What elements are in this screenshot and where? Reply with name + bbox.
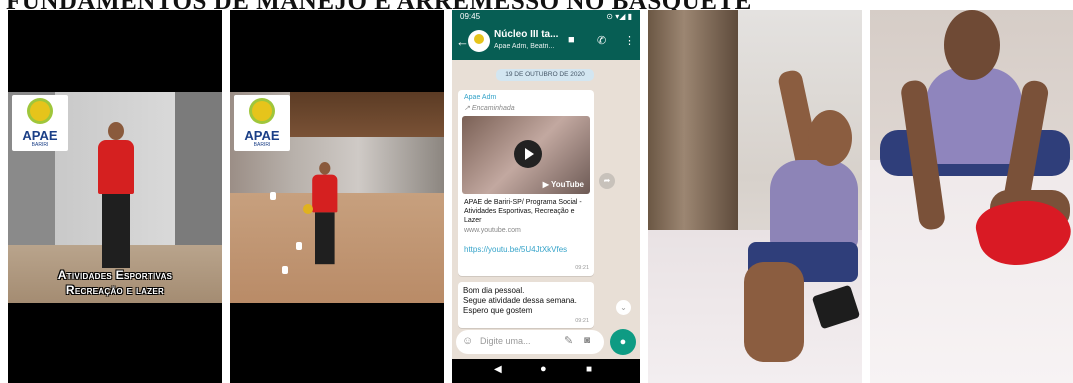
nav-recent-icon[interactable]: ■	[586, 364, 592, 375]
scroll-down-icon[interactable]: ⌄	[616, 300, 631, 315]
forward-icon: ↗	[464, 105, 472, 112]
date-chip: 19 DE OUTUBRO DE 2020	[496, 69, 594, 81]
status-bar: 09:45 ⊙ ▾◢ ▮	[452, 10, 640, 24]
group-avatar[interactable]	[468, 30, 490, 52]
cone	[296, 242, 302, 250]
video-preview[interactable]: ▶ YouTube	[462, 116, 590, 194]
status-icons: ⊙ ▾◢ ▮	[606, 12, 632, 21]
nav-home-icon[interactable]: ●	[540, 363, 547, 375]
message-line-2: Segue atividade dessa semana.	[463, 296, 577, 305]
chat-header: ← Núcleo III ta... Apae Adm, Beatri... ■…	[452, 24, 640, 60]
share-icon[interactable]: ➦	[599, 173, 615, 189]
paperclip-icon[interactable]: ✎	[564, 334, 573, 347]
group-name[interactable]: Núcleo III ta...	[494, 29, 558, 40]
group-members: Apae Adm, Beatri...	[494, 43, 555, 50]
video-thumbnail-1: APAE BARIRI Atividades Esportivas Recrea…	[8, 10, 222, 383]
microphone-icon[interactable]: ●	[610, 329, 636, 355]
head	[944, 10, 1000, 80]
red-jacket	[98, 140, 134, 194]
apae-logo: APAE BARIRI	[234, 95, 290, 151]
apae-logo: APAE BARIRI	[12, 95, 68, 151]
leg	[744, 262, 804, 362]
forwarded-label: ↗ Encaminhada	[464, 104, 515, 112]
link-url[interactable]: https://youtu.be/5U4JtXkVfes	[464, 245, 567, 254]
message-time: 09:21	[575, 318, 589, 324]
purple-shirt	[770, 160, 858, 250]
video-caption: Atividades Esportivas Recreação e lazer	[8, 268, 222, 298]
caption-line-2: Recreação e lazer	[65, 283, 165, 297]
cone	[270, 192, 276, 200]
nav-back-icon[interactable]: ◀	[494, 364, 502, 375]
youtube-play-icon: ▶	[542, 180, 551, 189]
caption-line-1: Atividades Esportivas	[57, 268, 173, 282]
logo-text: APAE	[244, 128, 280, 143]
link-domain: www.youtube.com	[464, 227, 521, 234]
court-scene: APAE BARIRI	[230, 92, 444, 303]
logo-subtext: BARIRI	[253, 142, 271, 148]
android-nav-bar: ◀ ● ■	[452, 359, 640, 383]
legs	[315, 212, 335, 265]
youtube-brand: YouTube	[550, 180, 584, 189]
phone-icon[interactable]: ✆	[597, 34, 606, 47]
legs	[102, 194, 130, 268]
head	[108, 122, 124, 140]
whatsapp-screenshot: 09:45 ⊙ ▾◢ ▮ ← Núcleo III ta... Apae Adm…	[452, 10, 640, 383]
wood-ceiling	[290, 92, 444, 137]
message-bubble-text[interactable]: Bom dia pessoal. Segue atividade dessa s…	[458, 282, 594, 328]
youtube-logo: ▶ YouTube	[543, 180, 584, 189]
message-sender: Apae Adm	[464, 94, 497, 101]
logo-text: APAE	[22, 128, 58, 143]
doorway	[648, 10, 738, 240]
message-input-bar[interactable]: ☺ Digite uma... ✎ ◙	[456, 330, 604, 354]
instructor	[92, 122, 140, 272]
more-vert-icon[interactable]: ⋮	[624, 34, 635, 47]
instructor-dribbling	[308, 162, 338, 265]
forwarded-text: Encaminhada	[471, 105, 515, 112]
message-body: Bom dia pessoal. Segue atividade dessa s…	[463, 286, 593, 316]
head	[808, 110, 852, 166]
camera-icon[interactable]: ◙	[584, 335, 590, 346]
video-thumbnail-2: APAE BARIRI	[230, 10, 444, 383]
video-camera-icon[interactable]: ■	[568, 34, 575, 46]
link-title: APAE de Bariri-SP/ Programa Social - Ati…	[464, 199, 582, 224]
message-bubble-video[interactable]: Apae Adm ↗ Encaminhada ▶ YouTube APAE de…	[458, 90, 594, 276]
purple-shirt	[926, 68, 1022, 164]
cone	[282, 266, 288, 274]
emoji-icon[interactable]: ☺	[462, 335, 473, 347]
sunflower-icon	[30, 101, 50, 121]
message-input[interactable]: Digite uma...	[480, 336, 531, 346]
logo-subtext: BARIRI	[31, 142, 49, 148]
gym-scene: APAE BARIRI Atividades Esportivas Recrea…	[8, 92, 222, 303]
red-jacket	[312, 174, 338, 213]
play-icon[interactable]	[514, 140, 542, 168]
message-line-1: Bom dia pessoal.	[463, 286, 525, 295]
photo-student-towel	[870, 10, 1073, 383]
sunflower-icon	[252, 101, 272, 121]
message-line-3: Espero que gostem	[463, 306, 533, 315]
message-time: 09:21	[575, 265, 589, 271]
head	[319, 162, 331, 175]
status-time: 09:45	[460, 12, 481, 21]
basketball	[303, 204, 313, 214]
photo-student-stretching	[648, 10, 862, 383]
